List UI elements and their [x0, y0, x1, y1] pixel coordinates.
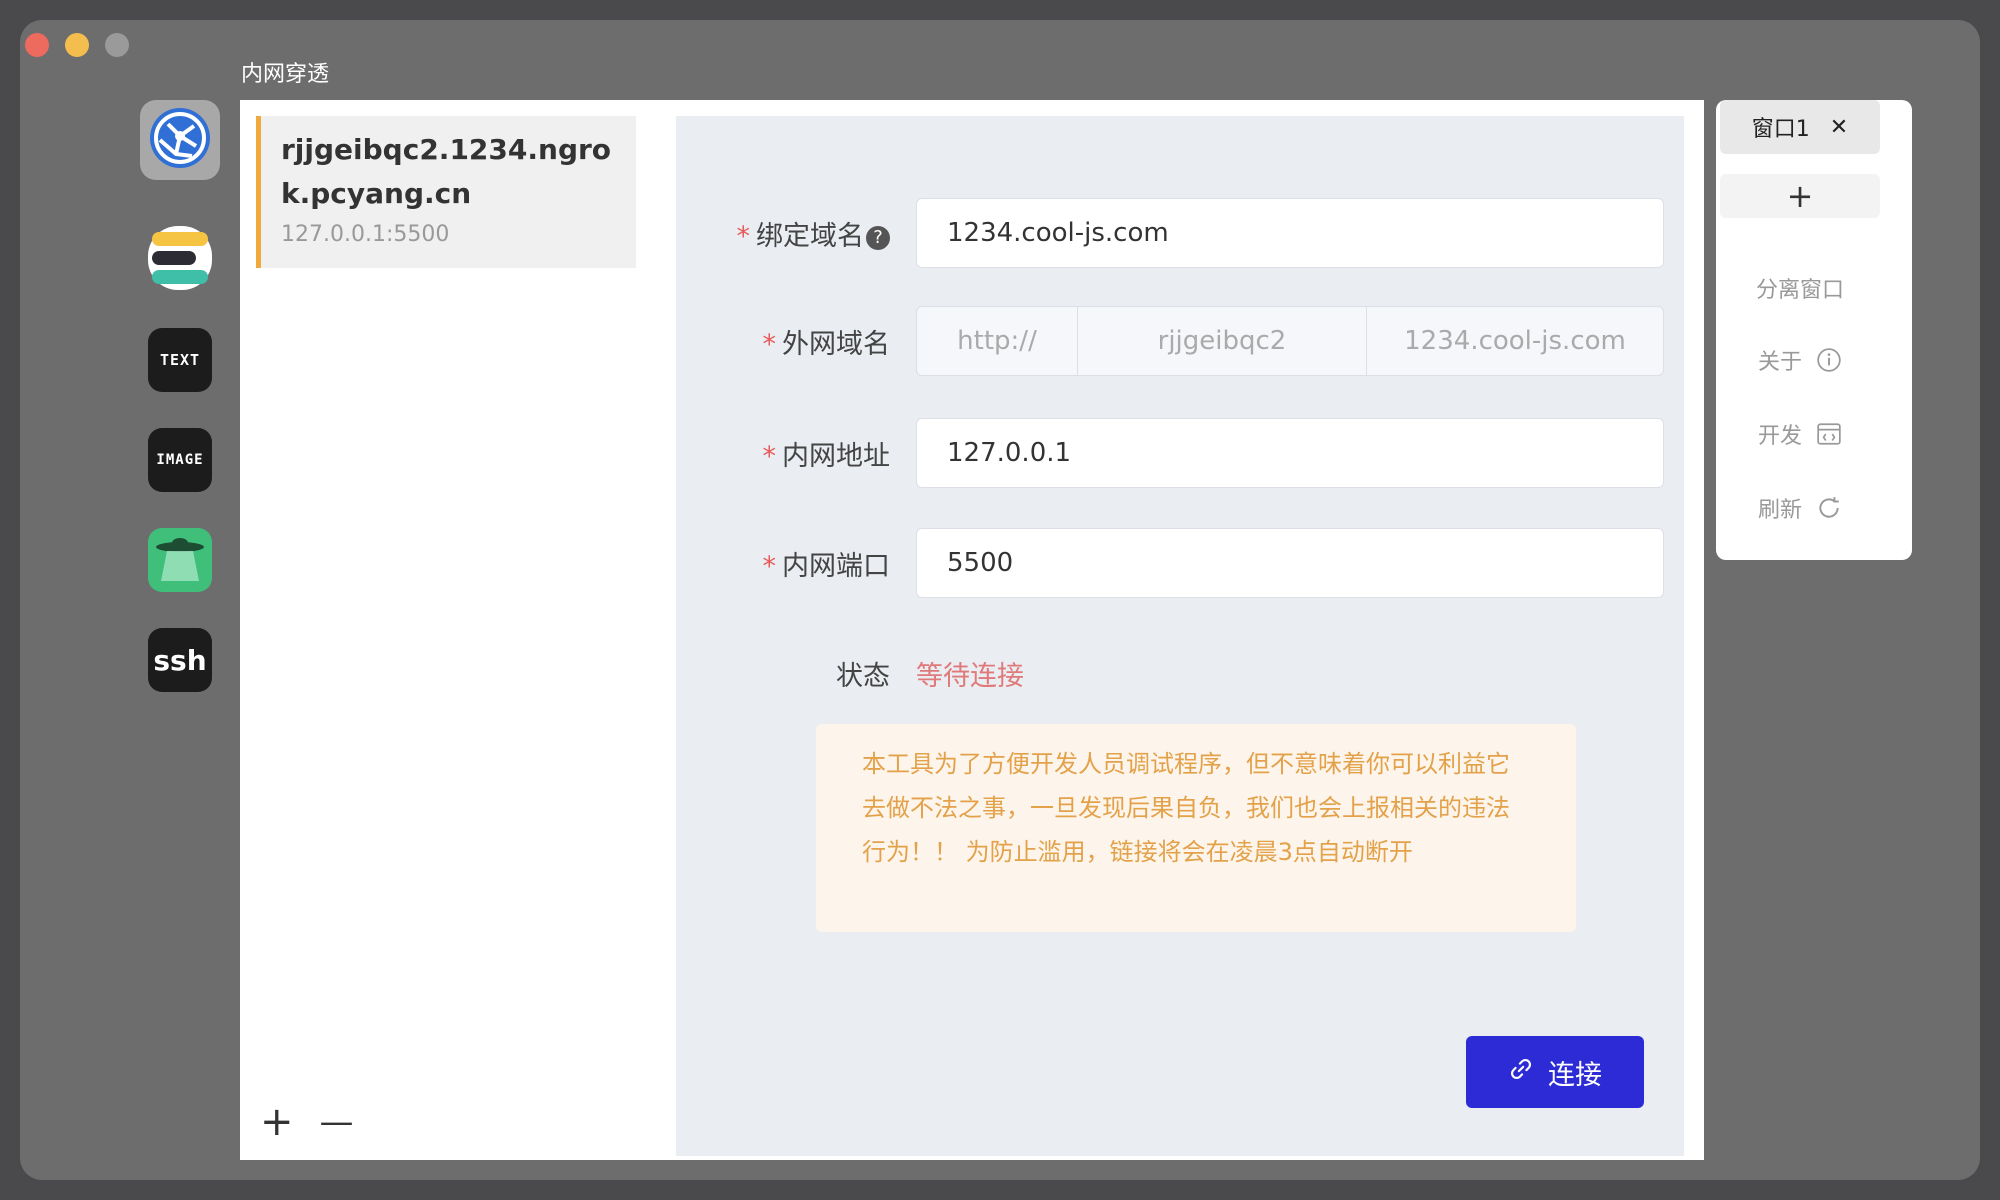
list-item-host: rjjgeibqc2.1234.ngrok.pcyang.cn	[281, 133, 612, 210]
ufo-icon	[153, 531, 207, 589]
refresh-icon	[1816, 495, 1842, 521]
info-icon	[1816, 347, 1842, 373]
tab-window-1[interactable]: 窗口1 ✕	[1720, 100, 1880, 154]
minimize-window-button[interactable]	[65, 33, 89, 57]
tunnel-list-panel: rjjgeibqc2.1234.ngrok.pcyang.cn 127.0.0.…	[240, 100, 656, 1160]
close-icon[interactable]: ✕	[1830, 115, 1848, 140]
text-icon: TEXT	[159, 351, 201, 369]
add-tunnel-button[interactable]: +	[260, 1102, 294, 1142]
dock-item-db[interactable]	[148, 226, 212, 294]
link-icon	[1508, 1056, 1534, 1089]
image-icon: IMAGE	[156, 452, 204, 468]
connect-button[interactable]: 连接	[1466, 1036, 1644, 1108]
dock-item-image[interactable]: IMAGE	[148, 428, 212, 492]
zoom-window-button[interactable]	[105, 33, 129, 57]
list-item-address: 127.0.0.1:5500	[281, 222, 450, 247]
add-tab-button[interactable]: +	[1720, 174, 1880, 218]
stack-icon	[148, 226, 212, 294]
code-icon	[1816, 421, 1842, 447]
help-icon[interactable]: ?	[866, 226, 890, 250]
bind-domain-input[interactable]: 1234.cool-js.com	[916, 198, 1664, 268]
close-window-button[interactable]	[25, 33, 49, 57]
public-subdomain-field: rjjgeibqc2	[1077, 306, 1367, 376]
menu-refresh[interactable]: 刷新	[1720, 492, 1880, 524]
status-label: 状态	[836, 661, 890, 692]
globe-icon	[148, 106, 212, 174]
public-domain-label: * 外网域名	[762, 329, 891, 360]
bind-domain-label: * 绑定域名?	[640, 214, 890, 253]
local-address-input[interactable]: 127.0.0.1	[916, 418, 1664, 488]
status-value: 等待连接	[916, 661, 1024, 692]
tab-label: 窗口1	[1751, 117, 1810, 142]
app-title: 内网穿透	[241, 62, 330, 87]
notice-box: 本工具为了方便开发人员调试程序，但不意味着你可以利益它去做不法之事，一旦发现后果…	[816, 724, 1576, 932]
public-protocol-field: http://	[916, 306, 1078, 376]
dock-item-ssh[interactable]: ssh	[148, 628, 212, 692]
form-area	[676, 116, 1684, 1156]
local-port-label: * 内网端口	[762, 551, 891, 582]
menu-develop[interactable]: 开发	[1720, 418, 1880, 450]
menu-about[interactable]: 关于	[1720, 344, 1880, 376]
right-sidebar	[1716, 100, 1912, 560]
remove-tunnel-button[interactable]: —	[320, 1102, 354, 1142]
ssh-icon: ssh	[153, 643, 207, 677]
list-item[interactable]: rjjgeibqc2.1234.ngrok.pcyang.cn 127.0.0.…	[256, 116, 636, 268]
dock-item-ufo[interactable]	[148, 528, 212, 592]
local-address-label: * 内网地址	[762, 441, 891, 472]
dock-item-network[interactable]	[148, 108, 212, 172]
connect-label: 连接	[1548, 1059, 1602, 1091]
menu-detach-window[interactable]: 分离窗口	[1720, 272, 1880, 304]
public-domain-field: 1234.cool-js.com	[1366, 306, 1664, 376]
dock-item-text[interactable]: TEXT	[148, 328, 212, 392]
local-port-input[interactable]: 5500	[916, 528, 1664, 598]
list-actions: + —	[260, 1102, 354, 1142]
